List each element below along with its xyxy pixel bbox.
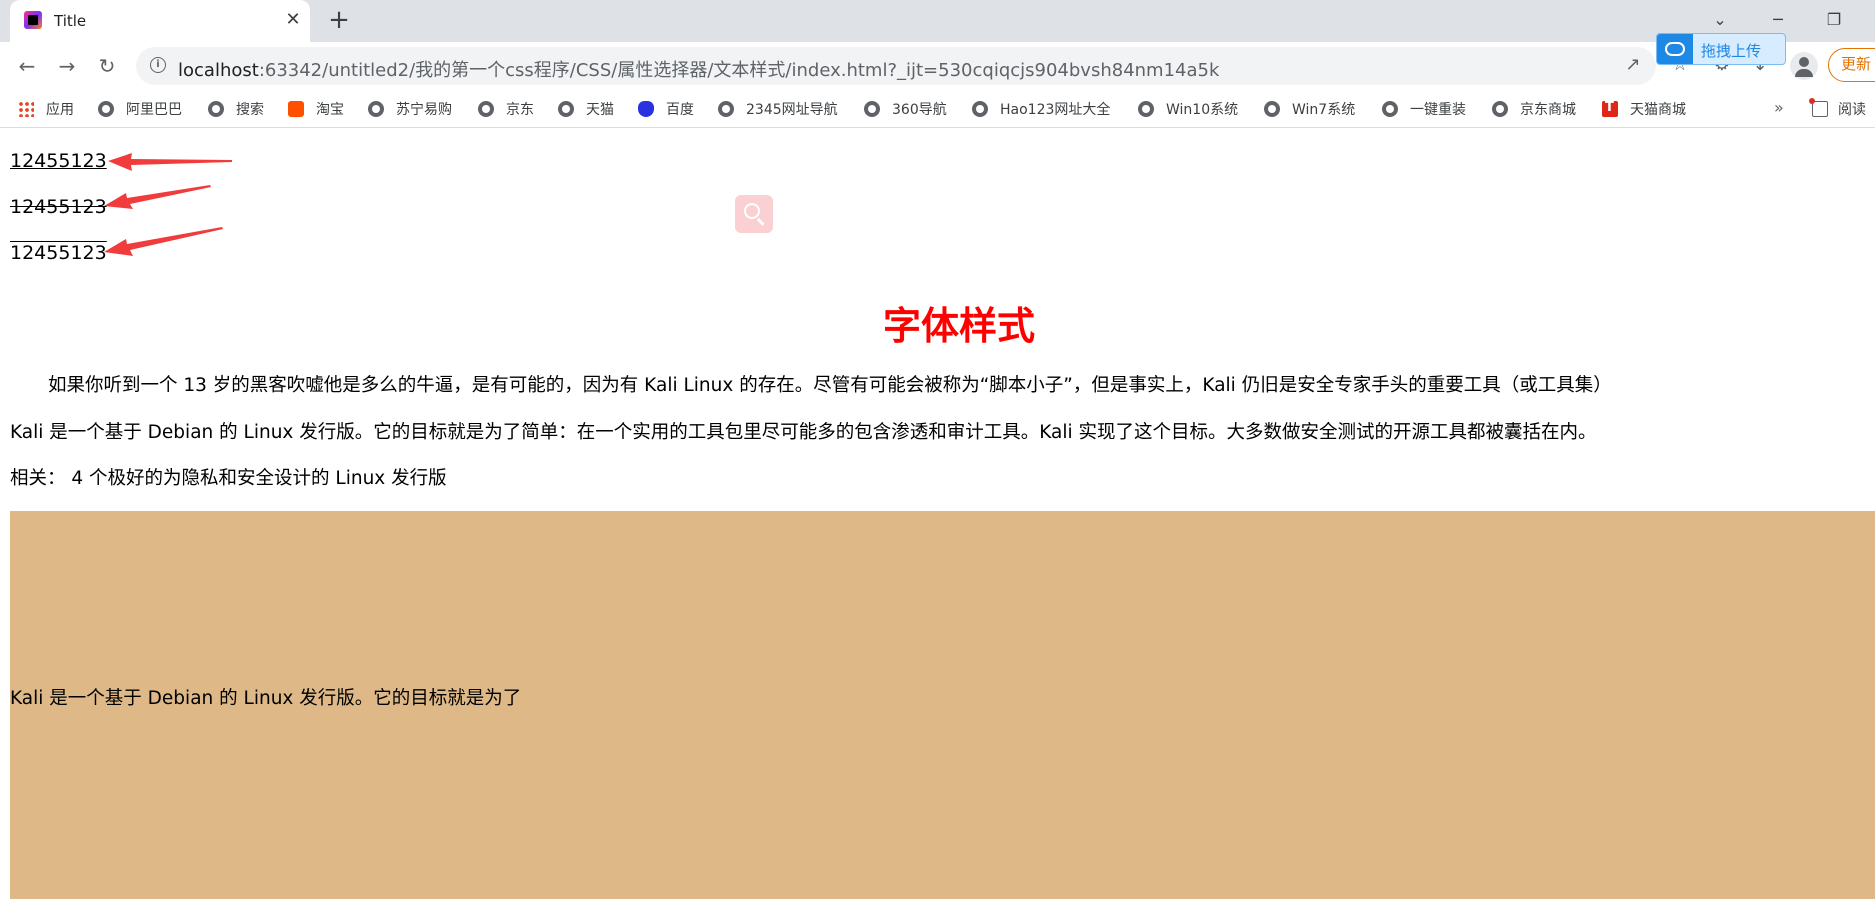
reading-list-label: 阅读 bbox=[1838, 102, 1866, 118]
url-host: localhost bbox=[178, 60, 259, 81]
restore-button[interactable]: ❐ bbox=[1814, 4, 1854, 36]
tan-background-block: Kali 是一个基于 Debian 的 Linux 发行版。它的目标就是为了 bbox=[10, 511, 1875, 899]
bookmarks-overflow-icon[interactable]: » bbox=[1774, 98, 1784, 117]
globe-icon bbox=[718, 101, 734, 117]
page-heading: 字体样式 bbox=[882, 304, 1035, 348]
red-arrow-icon bbox=[104, 227, 223, 256]
bookmark-label: 360导航 bbox=[892, 102, 947, 118]
baidu-icon bbox=[638, 101, 654, 117]
bookmark-tmall-mall[interactable]: 天猫商城 bbox=[1602, 90, 1686, 128]
tab-close-icon[interactable]: ✕ bbox=[282, 9, 304, 31]
globe-icon bbox=[1264, 101, 1280, 117]
bookmark-360[interactable]: 360导航 bbox=[864, 90, 947, 128]
tab-search-dropdown-icon[interactable]: ⌄ bbox=[1700, 4, 1740, 36]
globe-icon bbox=[972, 101, 988, 117]
bookmark-apps[interactable]: 应用 bbox=[18, 90, 74, 128]
webstorm-favicon-icon bbox=[24, 11, 42, 29]
bookmark-search[interactable]: 搜索 bbox=[208, 90, 264, 128]
url-path: :63342/untitled2/我的第一个css程序/CSS/属性选择器/文本… bbox=[258, 60, 1220, 81]
bookmark-label: 苏宁易购 bbox=[396, 102, 452, 118]
bookmark-win7[interactable]: Win7系统 bbox=[1264, 90, 1355, 128]
globe-icon bbox=[1138, 101, 1154, 117]
taobao-icon bbox=[288, 101, 304, 117]
red-arrow-group bbox=[104, 153, 232, 256]
bookmark-jd[interactable]: 京东 bbox=[478, 90, 534, 128]
bookmark-suning[interactable]: 苏宁易购 bbox=[368, 90, 452, 128]
tmall-icon bbox=[1602, 100, 1618, 117]
drag-upload-label: 拖拽上传 bbox=[1701, 42, 1762, 60]
drag-upload-widget[interactable]: 拖拽上传 bbox=[1656, 33, 1786, 65]
annotation-arrows bbox=[104, 153, 232, 256]
tab-title: Title bbox=[54, 12, 87, 30]
bookmark-hao123[interactable]: Hao123网址大全 bbox=[972, 90, 1110, 128]
bookmark-win10[interactable]: Win10系统 bbox=[1138, 90, 1238, 128]
bookmark-label: 一键重装 bbox=[1410, 102, 1466, 118]
apps-grid-icon bbox=[18, 101, 34, 117]
bookmark-label: 京东商城 bbox=[1520, 102, 1576, 118]
update-button[interactable]: 更新 bbox=[1828, 48, 1875, 82]
globe-icon bbox=[558, 101, 574, 117]
new-tab-button[interactable]: + bbox=[326, 7, 352, 34]
bookmark-label: Win10系统 bbox=[1166, 102, 1239, 118]
page-content: 12455123 12455123 12455123 字体样式 如果你听到一个 … bbox=[0, 128, 1875, 899]
globe-icon bbox=[864, 101, 880, 117]
bookmark-reinstall[interactable]: 一键重装 bbox=[1382, 90, 1466, 128]
reload-icon[interactable]: ↻ bbox=[92, 51, 122, 81]
bookmark-label: 搜索 bbox=[236, 102, 264, 118]
bookmark-label: Win7系统 bbox=[1292, 102, 1356, 118]
bookmark-label: 应用 bbox=[46, 102, 74, 118]
bookmark-label: 2345网址导航 bbox=[746, 102, 838, 118]
bookmark-label: 阿里巴巴 bbox=[126, 102, 182, 118]
bookmark-label: 百度 bbox=[666, 102, 694, 118]
address-bar[interactable]: i localhost:63342/untitled2/我的第一个css程序/C… bbox=[136, 47, 1656, 85]
cloud-upload-icon bbox=[1657, 34, 1693, 64]
paragraph-indented: 如果你听到一个 13 岁的黑客吹嘘他是多么的牛逼，是有可能的，因为有 Kali … bbox=[48, 375, 1612, 396]
globe-icon bbox=[208, 101, 224, 117]
globe-icon bbox=[478, 101, 494, 117]
reading-list[interactable]: 阅读 bbox=[1809, 90, 1866, 128]
back-arrow-icon[interactable]: ← bbox=[12, 51, 42, 81]
site-info-icon[interactable]: i bbox=[150, 57, 166, 73]
bookmark-baidu[interactable]: 百度 bbox=[638, 90, 694, 128]
reading-list-icon bbox=[1809, 98, 1828, 117]
bookmark-tmall[interactable]: 天猫 bbox=[558, 90, 614, 128]
bookmark-taobao[interactable]: 淘宝 bbox=[288, 90, 344, 128]
bookmark-2345[interactable]: 2345网址导航 bbox=[718, 90, 838, 128]
bookmark-label: Hao123网址大全 bbox=[1000, 102, 1111, 118]
forward-arrow-icon[interactable]: → bbox=[52, 51, 82, 81]
profile-avatar-icon[interactable] bbox=[1790, 52, 1818, 80]
url-text[interactable]: localhost:63342/untitled2/我的第一个css程序/CSS… bbox=[178, 56, 1219, 82]
bookmarks-bar: 应用 阿里巴巴 搜索 淘宝 苏宁易购 京东 天猫 百度 2345网址导航 360… bbox=[0, 90, 1875, 128]
bookmark-jd-mall[interactable]: 京东商城 bbox=[1492, 90, 1576, 128]
globe-icon bbox=[368, 101, 384, 117]
block-text: Kali 是一个基于 Debian 的 Linux 发行版。它的目标就是为了 bbox=[10, 688, 522, 709]
minimize-button[interactable]: ─ bbox=[1758, 4, 1798, 36]
floating-search-button[interactable] bbox=[735, 195, 773, 233]
globe-icon bbox=[98, 101, 114, 117]
bookmark-label: 京东 bbox=[506, 102, 534, 118]
globe-icon bbox=[1492, 101, 1508, 117]
tab-strip: Title ✕ + ⌄ ─ ❐ bbox=[0, 0, 1875, 42]
bookmark-alibaba[interactable]: 阿里巴巴 bbox=[98, 90, 182, 128]
paragraph-kali: Kali 是一个基于 Debian 的 Linux 发行版。它的目标就是为了简单… bbox=[10, 422, 1597, 443]
red-arrow-icon bbox=[108, 153, 232, 171]
globe-icon bbox=[1382, 101, 1398, 117]
share-icon[interactable]: ↗ bbox=[1622, 54, 1644, 76]
bookmark-label: 淘宝 bbox=[316, 102, 344, 118]
paragraph-related: 相关： 4 个极好的为隐私和安全设计的 Linux 发行版 bbox=[10, 468, 447, 489]
search-icon bbox=[744, 203, 760, 219]
browser-tab[interactable]: Title ✕ bbox=[10, 0, 310, 42]
red-arrow-icon bbox=[104, 185, 211, 209]
browser-toolbar: ← → ↻ i localhost:63342/untitled2/我的第一个c… bbox=[0, 42, 1875, 90]
bookmark-label: 天猫 bbox=[586, 102, 614, 118]
bookmark-label: 天猫商城 bbox=[1630, 102, 1686, 118]
